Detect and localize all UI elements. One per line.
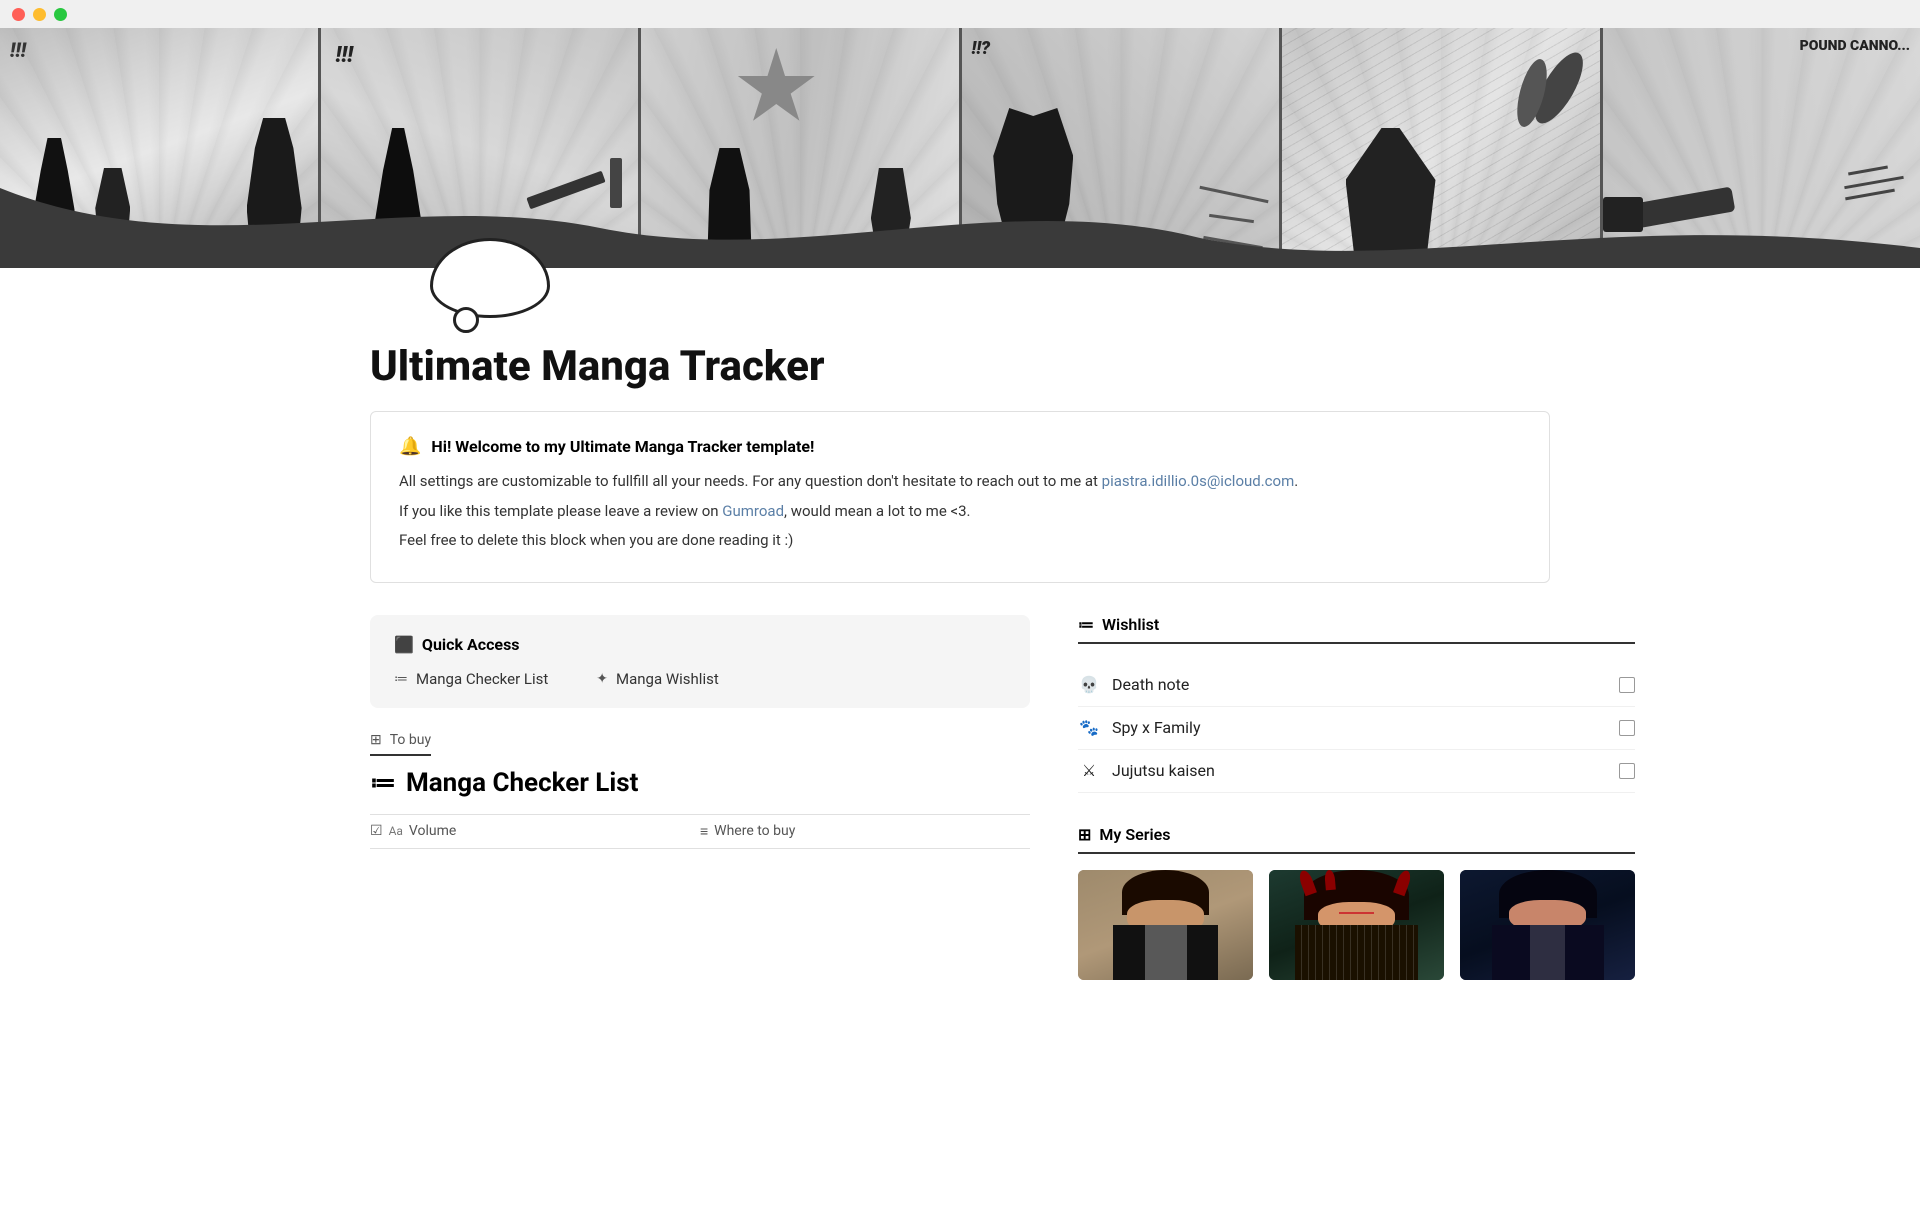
welcome-heading: Hi! Welcome to my Ultimate Manga Tracker… xyxy=(431,437,814,456)
spyfamily-checkbox[interactable] xyxy=(1619,720,1635,736)
series-card-grid xyxy=(1078,870,1635,980)
skull-icon: 💀 xyxy=(1078,674,1100,696)
wishlist-item-deathnote: 💀 Death note xyxy=(1078,664,1635,707)
welcome-box: 🔔 Hi! Welcome to my Ultimate Manga Track… xyxy=(370,411,1550,583)
bell-icon: 🔔 xyxy=(399,436,421,457)
deathnote-label: Death note xyxy=(1112,675,1189,694)
quick-access-header: ⬛ Quick Access xyxy=(394,635,1006,654)
to-buy-label: To buy xyxy=(390,732,431,748)
quick-access-title: Quick Access xyxy=(422,635,520,654)
gumroad-link[interactable]: Gumroad xyxy=(722,502,784,520)
welcome-line3: Feel free to delete this block when you … xyxy=(399,528,1521,554)
quick-access-links: ≔ Manga Checker List ✦ Manga Wishlist xyxy=(394,670,1006,688)
welcome-line1: All settings are customizable to fullfil… xyxy=(399,469,1521,495)
checker-icon: ≔ xyxy=(370,768,396,798)
minimize-button[interactable] xyxy=(33,8,46,21)
close-button[interactable] xyxy=(12,8,25,21)
quick-access-box: ⬛ Quick Access ≔ Manga Checker List ✦ Ma… xyxy=(370,615,1030,708)
avatar-area xyxy=(370,238,1550,318)
quick-link-checker[interactable]: ≔ Manga Checker List xyxy=(394,670,548,688)
two-column-layout: ⬛ Quick Access ≔ Manga Checker List ✦ Ma… xyxy=(370,615,1550,980)
sparkle-icon: ✦ xyxy=(596,671,608,687)
volume-label: Volume xyxy=(409,823,456,839)
welcome-header: 🔔 Hi! Welcome to my Ultimate Manga Track… xyxy=(399,436,1521,457)
checker-heading: Manga Checker List xyxy=(406,768,638,798)
welcome-body: All settings are customizable to fullfil… xyxy=(399,469,1521,554)
spyfamily-label: Spy x Family xyxy=(1112,718,1201,737)
maximize-button[interactable] xyxy=(54,8,67,21)
deathnote-checkbox[interactable] xyxy=(1619,677,1635,693)
to-buy-icon: ⊞ xyxy=(370,732,382,748)
left-column: ⬛ Quick Access ≔ Manga Checker List ✦ Ma… xyxy=(370,615,1030,849)
my-series-header: ⊞ My Series xyxy=(1078,825,1635,854)
wishlist-title: Wishlist xyxy=(1102,615,1159,634)
wishlist-icon: ≔ xyxy=(1078,615,1094,634)
list-icon: ≔ xyxy=(394,671,408,687)
to-buy-section: ⊞ To buy xyxy=(370,732,1030,756)
my-series-icon: ⊞ xyxy=(1078,825,1091,844)
my-series-title: My Series xyxy=(1099,825,1170,844)
hero-banner: !!! !!! xyxy=(0,28,1920,268)
where-to-buy-label: Where to buy xyxy=(714,823,795,839)
aa-prefix: Aa xyxy=(389,824,403,838)
sword-icon: ⚔ xyxy=(1078,760,1100,782)
text-icon: ≡ xyxy=(700,823,708,840)
series-card-3[interactable] xyxy=(1460,870,1635,980)
wishlist-header: ≔ Wishlist xyxy=(1078,615,1635,644)
panel-corner-text: POUND CANNO... xyxy=(1800,38,1910,55)
series-card-1[interactable] xyxy=(1078,870,1253,980)
main-content: Ultimate Manga Tracker 🔔 Hi! Welcome to … xyxy=(310,238,1610,1040)
email-link[interactable]: piastra.idillio.0s@icloud.com xyxy=(1102,472,1295,490)
jujutsu-checkbox[interactable] xyxy=(1619,763,1635,779)
quick-link-checker-label: Manga Checker List xyxy=(416,670,548,688)
checker-title: ≔ Manga Checker List xyxy=(370,768,1030,798)
page-title: Ultimate Manga Tracker xyxy=(370,342,1550,391)
wishlist-item-spyfamily: 🐾 Spy x Family xyxy=(1078,707,1635,750)
quick-link-wishlist-label: Manga Wishlist xyxy=(616,670,719,688)
wishlist-item-jujutsu: ⚔ Jujutsu kaisen xyxy=(1078,750,1635,793)
to-buy-underline: ⊞ To buy xyxy=(370,732,431,756)
checkbox-icon: ☑ xyxy=(370,823,383,839)
col-where-to-buy: ≡ Where to buy xyxy=(700,823,1030,840)
welcome-line2: If you like this template please leave a… xyxy=(399,499,1521,525)
panel-text-1: !!! xyxy=(10,38,26,62)
paw-icon: 🐾 xyxy=(1078,717,1100,739)
col-volume: ☑ Aa Volume xyxy=(370,823,700,840)
series-card-2[interactable] xyxy=(1269,870,1444,980)
quick-access-icon: ⬛ xyxy=(394,635,414,654)
checker-table-header: ☑ Aa Volume ≡ Where to buy xyxy=(370,814,1030,849)
right-column: ≔ Wishlist 💀 Death note 🐾 Spy x Family xyxy=(1078,615,1635,980)
jujutsu-label: Jujutsu kaisen xyxy=(1112,761,1215,780)
avatar-bubble xyxy=(430,238,550,318)
window-controls xyxy=(0,0,1920,28)
quick-link-wishlist[interactable]: ✦ Manga Wishlist xyxy=(596,670,718,688)
